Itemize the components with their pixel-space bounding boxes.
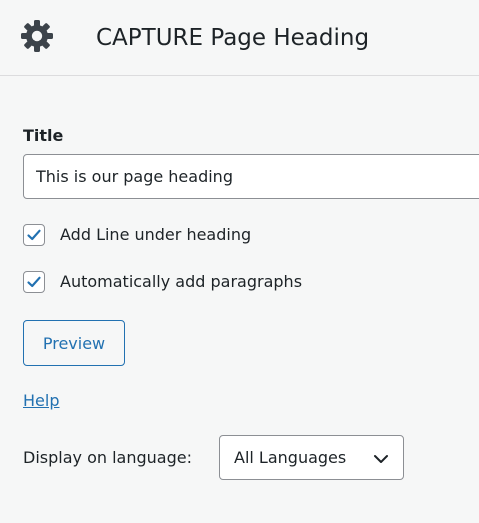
auto-paragraphs-option[interactable]: Automatically add paragraphs (23, 268, 302, 296)
title-label: Title (23, 126, 64, 145)
page-title: CAPTURE Page Heading (96, 25, 370, 51)
add-line-checkbox[interactable] (23, 224, 45, 246)
language-select-value: All Languages (234, 448, 347, 467)
gear-icon[interactable] (20, 19, 54, 53)
preview-button[interactable]: Preview (23, 320, 125, 366)
language-select[interactable]: All Languages (219, 435, 404, 480)
add-line-option[interactable]: Add Line under heading (23, 221, 251, 249)
auto-paragraphs-label: Automatically add paragraphs (60, 272, 303, 291)
auto-paragraphs-checkbox[interactable] (23, 271, 45, 293)
title-input[interactable] (23, 154, 479, 199)
help-link[interactable]: Help (23, 390, 59, 412)
checkmark-icon (27, 276, 41, 288)
chevron-down-icon (373, 451, 389, 465)
editor-header: CAPTURE Page Heading (0, 0, 479, 76)
add-line-label: Add Line under heading (60, 225, 252, 244)
language-label: Display on language: (23, 448, 192, 467)
checkmark-icon (27, 229, 41, 241)
